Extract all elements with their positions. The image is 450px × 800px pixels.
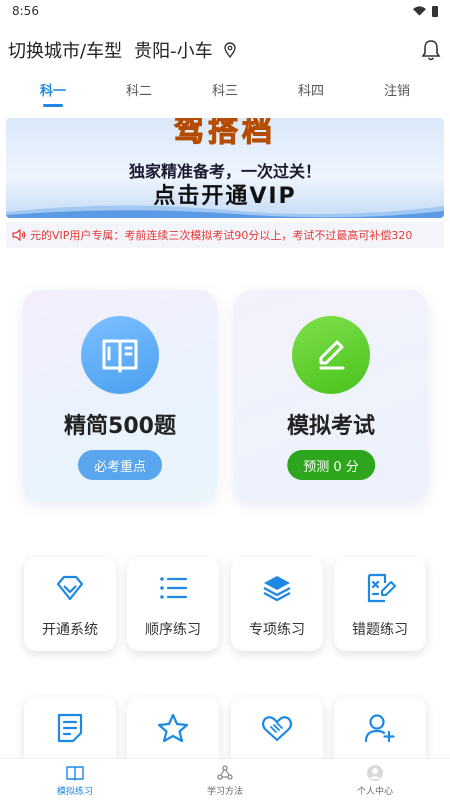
topic-practice-label: 专项练习 (249, 622, 305, 638)
current-location: 贵阳-小车 (134, 41, 213, 62)
mock-exam-title: 模拟考试 (286, 414, 375, 439)
status-bar: 8:56 (0, 0, 450, 22)
mock-exam-card[interactable]: 模拟考试 预测 0 分 (234, 290, 428, 502)
open-system-label: 开通系统 (42, 622, 98, 638)
open-system-card[interactable]: 开通系统 (24, 557, 116, 651)
tab-subject-4[interactable]: 科四 (281, 80, 341, 107)
notice-bar: 元的VIP用户专属：考前连续三次模拟考试90分以上，考试不过最高可补偿320 (6, 222, 444, 248)
banner-brand: 驾搭档 (174, 118, 276, 150)
sequential-practice-card[interactable]: 顺序练习 (127, 557, 219, 651)
tab-subject-3[interactable]: 科三 (195, 80, 255, 107)
nav-mock-practice[interactable]: 模拟练习 (20, 759, 130, 800)
book-open-icon (66, 766, 84, 781)
nav-study-methods[interactable]: 学习方法 (170, 759, 280, 800)
nav-mock-practice-label: 模拟练习 (56, 787, 93, 797)
list-icon (160, 577, 188, 599)
note-icon (57, 713, 83, 743)
layers-icon (263, 576, 291, 602)
status-time: 8:56 (12, 4, 39, 18)
battery-icon (432, 5, 438, 17)
streamlined-questions-card[interactable]: 精简500题 必考重点 (23, 290, 217, 502)
person-icon (367, 765, 383, 781)
vip-banner[interactable]: 驾搭档 独家精准备考，一次过关！ 点击开通VIP (6, 118, 444, 218)
handshake-icon (261, 716, 293, 742)
error-doc-icon (367, 573, 396, 603)
pen-icon (319, 340, 345, 370)
switch-city-label: 切换城市/车型 (8, 41, 123, 62)
speaker-icon (12, 229, 26, 241)
tab-subject-1[interactable]: 科一 (23, 80, 83, 107)
share-icon (217, 765, 233, 780)
notice-text: 元的VIP用户专属：考前连续三次模拟考试90分以上，考试不过最高可补偿320 (30, 229, 413, 242)
diamond-icon (56, 575, 84, 601)
bottom-nav: 模拟练习 学习方法 个人中心 (0, 758, 450, 800)
subject-tabs: 科一 科二 科三 科四 注销 (0, 78, 450, 108)
location-pin-icon (223, 42, 236, 58)
city-selector[interactable]: 切换城市/车型 贵阳-小车 (8, 37, 237, 63)
header: 切换城市/车型 贵阳-小车 (0, 30, 450, 70)
wifi-icon (413, 6, 426, 16)
nav-personal-center[interactable]: 个人中心 (320, 759, 430, 800)
streamlined-title: 精简500题 (64, 414, 176, 439)
star-icon (157, 713, 189, 743)
key-points-button[interactable]: 必考重点 (77, 450, 163, 480)
wrong-questions-label: 错题练习 (352, 622, 408, 638)
sequential-practice-label: 顺序练习 (145, 622, 201, 638)
banner-wave-decoration (6, 205, 444, 218)
book-icon (102, 339, 138, 373)
add-user-icon (364, 714, 395, 743)
tab-subject-2[interactable]: 科二 (109, 80, 169, 107)
nav-study-methods-label: 学习方法 (206, 787, 243, 797)
wrong-questions-card[interactable]: 错题练习 (334, 557, 426, 651)
topic-practice-card[interactable]: 专项练习 (231, 557, 323, 651)
tab-logout[interactable]: 注销 (367, 80, 427, 107)
bell-icon[interactable] (420, 38, 442, 62)
nav-personal-center-label: 个人中心 (356, 787, 393, 797)
predicted-score-button[interactable]: 预测 0 分 (287, 450, 375, 480)
